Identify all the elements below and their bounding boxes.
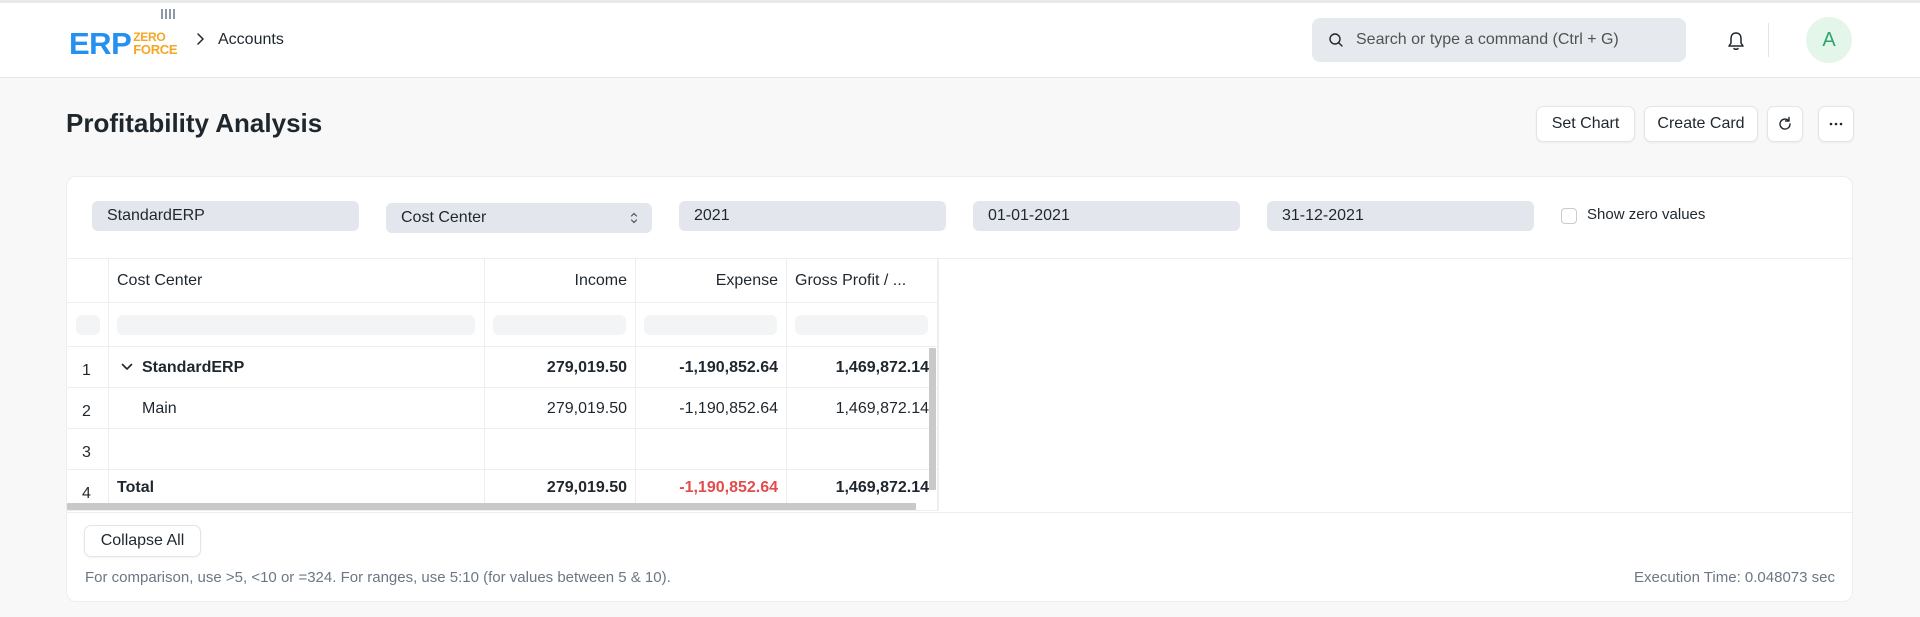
datatable-edge bbox=[938, 259, 939, 511]
navbar: ERP ZERO FORCE Accounts A bbox=[0, 3, 1920, 78]
set-chart-button[interactable]: Set Chart bbox=[1536, 106, 1635, 142]
logo-bars-icon bbox=[161, 9, 179, 19]
table-row-name[interactable]: Main bbox=[109, 388, 485, 429]
chevron-down-icon[interactable] bbox=[121, 362, 133, 372]
logo-zero-text: ZERO bbox=[133, 29, 166, 44]
company-filter[interactable]: StandardERP bbox=[92, 201, 359, 231]
filter-row-cell bbox=[636, 303, 787, 347]
show-zero-values-label: Show zero values bbox=[1587, 206, 1706, 223]
search-bar[interactable] bbox=[1312, 18, 1686, 62]
gross-profit-cell[interactable]: 1,469,872.14 bbox=[787, 347, 938, 388]
row-name-text: StandardERP bbox=[142, 359, 245, 376]
expense-cell[interactable]: -1,190,852.64 bbox=[636, 347, 787, 388]
filter-row-cell bbox=[485, 303, 636, 347]
datatable: Cost Center Income Expense Gross Profit … bbox=[67, 259, 939, 511]
bell-icon[interactable] bbox=[1725, 30, 1747, 52]
filter-input[interactable] bbox=[76, 315, 100, 335]
chevron-right-icon bbox=[197, 33, 204, 45]
fiscal-year-filter[interactable]: 2021 bbox=[679, 201, 946, 231]
income-cell[interactable]: 279,019.50 bbox=[485, 347, 636, 388]
show-zero-values-checkbox[interactable] bbox=[1561, 208, 1577, 224]
based-on-select[interactable]: Cost Center bbox=[386, 203, 652, 233]
filter-help-text: For comparison, use >5, <10 or =324. For… bbox=[85, 569, 671, 586]
navbar-divider bbox=[1768, 23, 1769, 57]
more-options-button[interactable] bbox=[1818, 106, 1854, 142]
row-number: 3 bbox=[67, 429, 109, 470]
filter-row-cell bbox=[787, 303, 938, 347]
based-on-value: Cost Center bbox=[401, 209, 487, 226]
gross-profit-cell[interactable] bbox=[787, 429, 938, 470]
column-header-income[interactable]: Income bbox=[485, 259, 636, 303]
to-date-filter[interactable]: 31-12-2021 bbox=[1267, 201, 1534, 231]
expense-cell[interactable] bbox=[636, 429, 787, 470]
income-cell[interactable] bbox=[485, 429, 636, 470]
more-horizontal-icon bbox=[1829, 122, 1843, 126]
divider bbox=[67, 512, 1852, 513]
search-icon bbox=[1329, 33, 1343, 47]
avatar[interactable]: A bbox=[1806, 17, 1852, 63]
logo-side-text: ZERO FORCE bbox=[133, 31, 177, 56]
table-row-name[interactable]: StandardERP bbox=[109, 347, 485, 388]
gross-profit-filter-input[interactable] bbox=[795, 315, 928, 335]
execution-time: Execution Time: 0.048073 sec bbox=[1634, 569, 1835, 586]
logo-erp-text: ERP bbox=[69, 25, 132, 61]
row-number-header bbox=[67, 259, 109, 303]
breadcrumb-accounts[interactable]: Accounts bbox=[218, 31, 284, 49]
table-row-name[interactable] bbox=[109, 429, 485, 470]
create-card-button[interactable]: Create Card bbox=[1644, 106, 1758, 142]
filter-row-cell bbox=[109, 303, 485, 347]
column-header-expense[interactable]: Expense bbox=[636, 259, 787, 303]
column-header-cost-center[interactable]: Cost Center bbox=[109, 259, 485, 303]
from-date-filter[interactable]: 01-01-2021 bbox=[973, 201, 1240, 231]
filter-row-cell bbox=[67, 303, 109, 347]
logo-force-text: FORCE bbox=[133, 41, 178, 57]
select-updown-icon bbox=[630, 212, 638, 224]
row-number: 1 bbox=[67, 347, 109, 388]
refresh-button[interactable] bbox=[1767, 106, 1803, 142]
column-header-gross-profit[interactable]: Gross Profit / ... bbox=[787, 259, 938, 303]
refresh-icon bbox=[1779, 116, 1791, 130]
income-filter-input[interactable] bbox=[493, 315, 626, 335]
page-title: Profitability Analysis bbox=[66, 108, 323, 138]
gross-profit-cell[interactable]: 1,469,872.14 bbox=[787, 388, 938, 429]
expense-cell[interactable]: -1,190,852.64 bbox=[636, 388, 787, 429]
vertical-scrollbar[interactable] bbox=[929, 348, 936, 490]
collapse-all-button[interactable]: Collapse All bbox=[84, 525, 201, 557]
income-cell[interactable]: 279,019.50 bbox=[485, 388, 636, 429]
erpzeroforce-logo[interactable]: ERP ZERO FORCE bbox=[69, 25, 178, 61]
cost-center-filter-input[interactable] bbox=[117, 315, 475, 335]
horizontal-scrollbar[interactable] bbox=[67, 503, 916, 510]
expense-filter-input[interactable] bbox=[644, 315, 777, 335]
row-number: 2 bbox=[67, 388, 109, 429]
search-input[interactable] bbox=[1356, 18, 1676, 62]
